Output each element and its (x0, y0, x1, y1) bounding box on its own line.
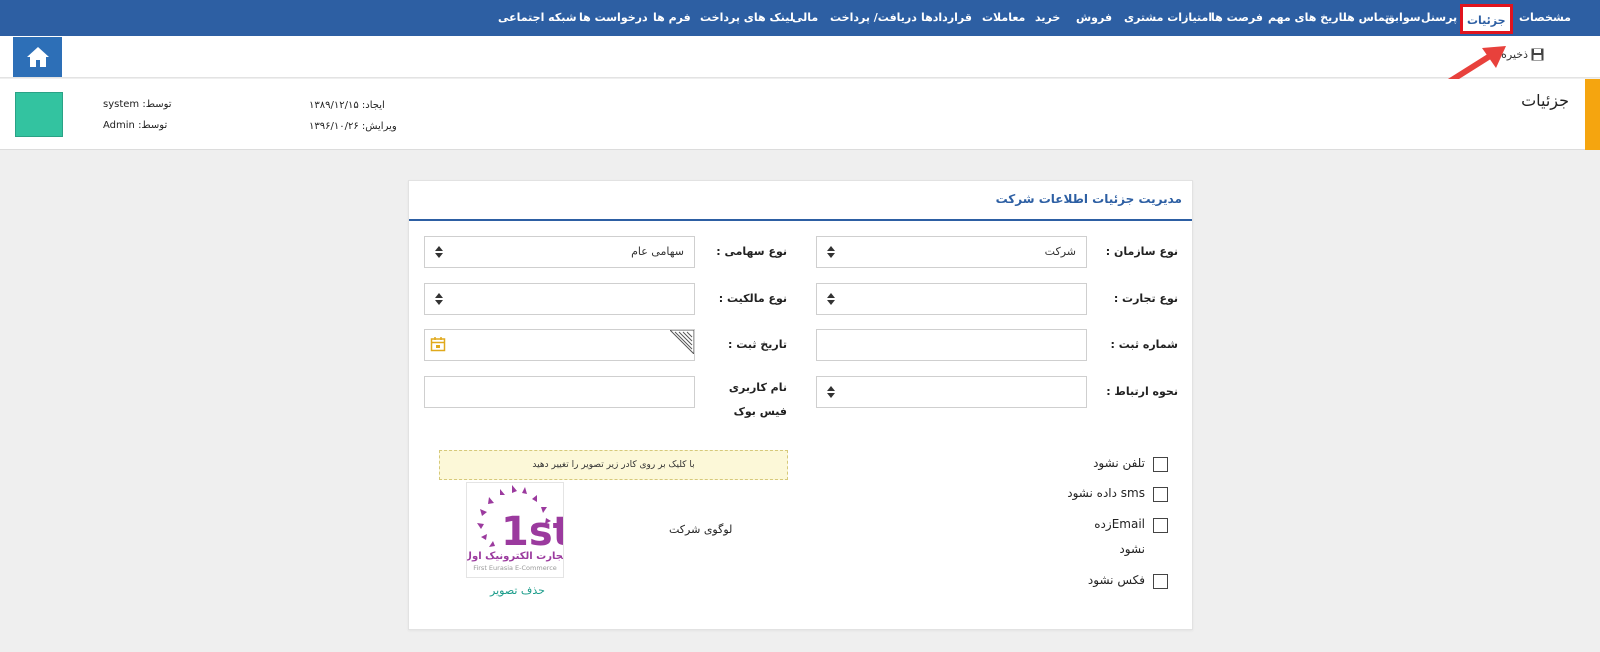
no-fax-label: فکس نشود (1087, 573, 1145, 587)
contact-method-select[interactable] (816, 376, 1087, 408)
tab-financial[interactable]: مالی (792, 0, 818, 36)
by-label: توسط: (142, 99, 172, 110)
edited-info: ویرایش: ۱۳۹۶/۱۰/۲۶ (309, 121, 397, 132)
no-sms-checkbox[interactable] (1153, 487, 1168, 502)
calendar-icon[interactable] (430, 336, 446, 352)
org-type-select[interactable]: شرکت (816, 236, 1087, 268)
no-email-checkbox[interactable] (1153, 518, 1168, 533)
no-email-option[interactable]: Emailزده نشود (1093, 517, 1168, 562)
trade-type-label: نوع تجارت : (1113, 292, 1178, 305)
no-fax-option[interactable]: فکس نشود (1088, 573, 1168, 593)
tab-sales[interactable]: فروش (1076, 0, 1112, 36)
keyboard-icon[interactable] (670, 330, 694, 354)
delete-image-link[interactable]: حذف تصویر (490, 584, 545, 597)
edited-date: ۱۳۹۶/۱۰/۲۶ (309, 121, 359, 132)
share-type-value: سهامی عام (631, 245, 684, 258)
tab-payment-links[interactable]: لینک های پرداخت (700, 0, 794, 36)
edited-label: ویرایش: (361, 121, 397, 132)
tab-customer-scores[interactable]: امتیازات مشتری (1124, 0, 1212, 36)
tab-contacts[interactable]: تماس ها (1343, 0, 1389, 36)
created-label: ایجاد: (361, 100, 385, 111)
toolbar: ذخیره (0, 36, 1600, 78)
color-swatch (15, 92, 63, 137)
tab-receipt-payment[interactable]: دریافت/ پرداخت (830, 0, 917, 36)
facebook-username-input[interactable] (424, 376, 695, 408)
tab-specifications[interactable]: مشخصات (1519, 0, 1571, 36)
trade-type-select[interactable] (816, 283, 1087, 315)
created-by: توسط: system (103, 99, 172, 110)
record-info-band: جزئیات ایجاد: ۱۳۸۹/۱۲/۱۵ ویرایش: ۱۳۹۶/۱۰… (0, 79, 1600, 150)
facebook-username-label: نام کاربری فیس بوک (728, 381, 787, 418)
share-type-select[interactable]: سهامی عام (424, 236, 695, 268)
top-nav: مشخصات جزئیات پرسنل سوابق تماس ها تاریخ … (0, 0, 1600, 36)
card-title: مدیریت جزئیات اطلاعات شرکت (995, 192, 1182, 206)
created-by-user: system (103, 99, 140, 110)
no-phone-checkbox[interactable] (1153, 457, 1168, 472)
org-type-label: نوع سازمان : (1105, 245, 1178, 258)
tab-requests[interactable]: درخواست ها (579, 0, 648, 36)
tab-contracts[interactable]: قراردادها (921, 0, 972, 36)
ownership-type-label: نوع مالکیت : (718, 292, 787, 305)
no-sms-option[interactable]: sms داده نشود (1067, 486, 1168, 506)
accent-bar (1585, 79, 1600, 150)
reg-number-input[interactable] (816, 329, 1087, 361)
home-button[interactable] (13, 37, 62, 77)
created-info: ایجاد: ۱۳۸۹/۱۲/۱۵ (309, 100, 385, 111)
ownership-type-select[interactable] (424, 283, 695, 315)
company-details-card: مدیریت جزئیات اطلاعات شرکت نوع سازمان : … (408, 180, 1193, 630)
company-logo-label: لوگوی شرکت (669, 523, 733, 536)
no-email-label: Emailزده نشود (1094, 517, 1145, 556)
no-phone-option[interactable]: تلفن نشود (1093, 456, 1168, 476)
select-arrows-icon (435, 293, 443, 305)
reg-date-label: تاریخ ثبت : (728, 338, 787, 351)
select-arrows-icon (827, 293, 835, 305)
card-header: مدیریت جزئیات اطلاعات شرکت (409, 181, 1192, 221)
select-arrows-icon (435, 246, 443, 258)
tab-social-network[interactable]: شبکه اجتماعی (498, 0, 577, 36)
logo-mark: 1st (501, 509, 563, 555)
by-label: توسط: (138, 120, 168, 131)
share-type-label: نوع سهامی : (716, 245, 787, 258)
reg-number-label: شماره ثبت : (1110, 338, 1178, 351)
no-sms-label: sms داده نشود (1067, 486, 1145, 500)
floppy-disk-icon (1531, 48, 1544, 61)
tab-forms[interactable]: فرم ها (653, 0, 691, 36)
org-type-value: شرکت (1044, 245, 1076, 258)
company-logo-image[interactable]: 1st تجارت الکترونیک اول First Eurasia E-… (463, 482, 572, 578)
home-icon (26, 47, 49, 67)
logo-text-en: First Eurasia E-Commerce (473, 564, 557, 572)
no-fax-checkbox[interactable] (1153, 574, 1168, 589)
tab-important-dates[interactable]: تاریخ های مهم (1268, 0, 1347, 36)
contact-method-label: نحوه ارتباط : (1106, 385, 1178, 398)
logo-text-fa: تجارت الکترونیک اول (467, 551, 563, 562)
select-arrows-icon (827, 246, 835, 258)
no-phone-label: تلفن نشود (1093, 456, 1145, 470)
select-arrows-icon (827, 386, 835, 398)
page-title: جزئیات (1521, 91, 1569, 110)
created-date: ۱۳۸۹/۱۲/۱۵ (309, 100, 359, 111)
tab-history[interactable]: سوابق (1385, 0, 1421, 36)
tab-personnel[interactable]: پرسنل (1421, 0, 1457, 36)
reg-date-input[interactable] (424, 329, 695, 361)
tab-opportunities[interactable]: فرصت ها (1211, 0, 1263, 36)
tab-transactions[interactable]: معاملات (982, 0, 1025, 36)
company-logo: 1st تجارت الکترونیک اول First Eurasia E-… (463, 485, 572, 572)
edited-by: توسط: Admin (103, 120, 167, 131)
tab-details[interactable]: جزئیات (1460, 4, 1513, 34)
tab-purchase[interactable]: خرید (1035, 0, 1060, 36)
logo-change-notice: با کلیک بر روی کادر زیر تصویر را تغییر د… (439, 450, 788, 480)
edited-by-user: Admin (103, 120, 135, 131)
